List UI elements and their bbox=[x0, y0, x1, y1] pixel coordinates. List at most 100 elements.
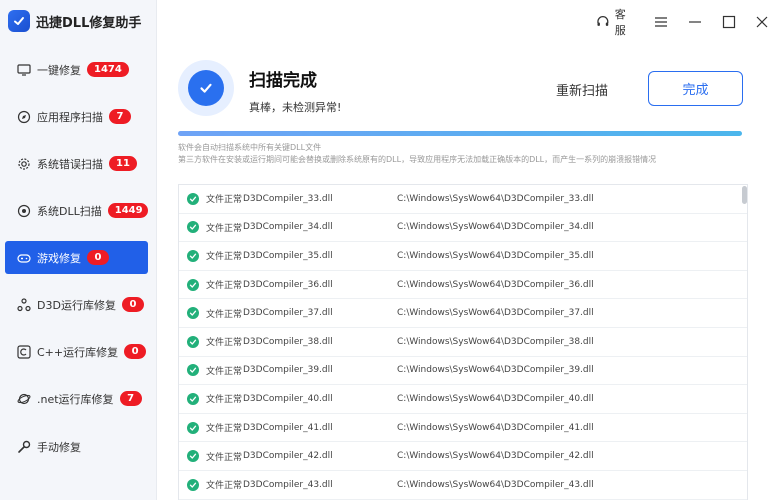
sidebar-item-one-click-repair[interactable]: 一键修复 1474 bbox=[5, 53, 148, 86]
row-status: 文件正常 bbox=[206, 452, 243, 463]
target-icon bbox=[17, 204, 31, 218]
sidebar-item-system-dll-scan[interactable]: 系统DLL扫描 1449 bbox=[5, 194, 148, 227]
page-subtitle: 真棒，未检测异常! bbox=[249, 101, 342, 114]
description-line-2: 第三方软件在安装或运行期间可能会替换或删除系统原有的DLL，导致应用程序无法加载… bbox=[178, 155, 657, 164]
row-file-name: D3DCompiler_41.dll bbox=[243, 422, 333, 433]
row-status: 文件正常 bbox=[206, 338, 243, 349]
result-row: 文件正常 D3DCompiler_38.dll C:\Windows\SysWow6… bbox=[179, 328, 747, 357]
result-row: 文件正常 D3DCompiler_34.dll C:\Windows\SysWow6… bbox=[179, 214, 747, 243]
result-row: 文件正常 D3DCompiler_37.dll C:\Windows\SysWow6… bbox=[179, 299, 747, 328]
result-row: 文件正常 D3DCompiler_35.dll C:\Windows\SysWow6… bbox=[179, 242, 747, 271]
result-row: 文件正常 D3DCompiler_39.dll C:\Windows\SysWow6… bbox=[179, 357, 747, 386]
sidebar-item-game-repair[interactable]: 游戏修复 0 bbox=[5, 241, 148, 274]
sidebar-item-label: D3D运行库修复 bbox=[37, 298, 116, 312]
check-icon bbox=[187, 392, 199, 405]
row-file-path: C:\Windows\SysWow64\D3DCompiler_35.dll bbox=[397, 250, 594, 261]
row-file-path: C:\Windows\SysWow64\D3DCompiler_42.dll bbox=[397, 451, 594, 462]
check-icon bbox=[187, 278, 199, 291]
scan-progress-fill bbox=[178, 131, 742, 136]
list-scrollbar[interactable] bbox=[742, 186, 747, 204]
sidebar-item-dotnet-repair[interactable]: .net运行库修复 7 bbox=[5, 382, 148, 415]
row-status: 文件正常 bbox=[206, 223, 243, 234]
row-file-name: D3DCompiler_33.dll bbox=[243, 193, 333, 204]
c-letter-icon bbox=[17, 344, 31, 359]
row-file-name: D3DCompiler_36.dll bbox=[243, 279, 333, 290]
sidebar-item-label: 手动修复 bbox=[37, 440, 81, 454]
count-badge: 1474 bbox=[87, 62, 129, 77]
row-file-path: C:\Windows\SysWow64\D3DCompiler_39.dll bbox=[397, 365, 594, 376]
app-title-text: 迅捷DLL修复助手 bbox=[36, 15, 142, 31]
minimize-button[interactable] bbox=[686, 13, 704, 31]
row-file-path: C:\Windows\SysWow64\D3DCompiler_34.dll bbox=[397, 222, 594, 233]
row-file-name: D3DCompiler_35.dll bbox=[243, 250, 333, 261]
count-badge: 0 bbox=[121, 297, 144, 312]
count-badge: 0 bbox=[124, 344, 147, 359]
check-icon bbox=[187, 450, 199, 463]
app-logo-icon bbox=[8, 10, 30, 32]
scan-complete-badge bbox=[178, 60, 234, 116]
sidebar-item-label: 应用程序扫描 bbox=[37, 110, 103, 124]
row-status: 文件正常 bbox=[206, 252, 243, 263]
check-icon bbox=[187, 478, 199, 491]
monitor-icon bbox=[17, 63, 31, 77]
count-badge: 0 bbox=[87, 250, 109, 265]
done-button[interactable]: 完成 bbox=[648, 71, 743, 106]
sidebar-item-cpp-repair[interactable]: C++运行库修复 0 bbox=[5, 335, 148, 368]
check-icon bbox=[187, 364, 199, 377]
page-title: 扫描完成 bbox=[249, 71, 317, 91]
row-status: 文件正常 bbox=[206, 195, 243, 206]
check-icon bbox=[187, 221, 199, 234]
row-file-name: D3DCompiler_37.dll bbox=[243, 308, 333, 319]
row-file-name: D3DCompiler_43.dll bbox=[243, 479, 333, 490]
sidebar-item-app-scan[interactable]: 应用程序扫描 7 bbox=[5, 100, 148, 133]
molecule-icon bbox=[17, 297, 31, 312]
count-badge: 7 bbox=[119, 391, 142, 406]
result-row: 文件正常 D3DCompiler_40.dll C:\Windows\SysWow6… bbox=[179, 385, 747, 414]
gear-icon bbox=[17, 157, 31, 171]
app-title: 迅捷DLL修复助手 bbox=[8, 8, 141, 34]
sidebar-item-label: 系统错误扫描 bbox=[37, 157, 103, 171]
description-line-1: 软件会自动扫描系统中所有关键DLL文件 bbox=[178, 143, 322, 152]
row-status: 文件正常 bbox=[206, 424, 243, 435]
sidebar-item-d3d-repair[interactable]: D3D运行库修复 0 bbox=[5, 288, 148, 321]
row-status: 文件正常 bbox=[206, 366, 243, 377]
result-row: 文件正常 D3DCompiler_41.dll C:\Windows\SysWow6… bbox=[179, 414, 747, 443]
row-file-path: C:\Windows\SysWow64\D3DCompiler_43.dll bbox=[397, 479, 594, 490]
row-status: 文件正常 bbox=[206, 395, 243, 406]
result-row: 文件正常 D3DCompiler_42.dll C:\Windows\SysWow6… bbox=[179, 442, 747, 471]
orbit-icon bbox=[17, 392, 31, 406]
close-icon bbox=[756, 16, 768, 28]
row-file-path: C:\Windows\SysWow64\D3DCompiler_33.dll bbox=[397, 193, 594, 204]
check-icon bbox=[187, 192, 199, 205]
sidebar-item-system-error-scan[interactable]: 系统错误扫描 11 bbox=[5, 147, 148, 180]
scan-progress-bar bbox=[178, 131, 742, 136]
scan-result-list[interactable]: 文件正常 D3DCompiler_33.dll C:\Windows\SysWow6… bbox=[178, 184, 748, 500]
row-file-path: C:\Windows\SysWow64\D3DCompiler_38.dll bbox=[397, 336, 594, 347]
row-file-path: C:\Windows\SysWow64\D3DCompiler_40.dll bbox=[397, 393, 594, 404]
customer-service-button[interactable]: 客服 bbox=[596, 6, 636, 38]
maximize-button[interactable] bbox=[720, 13, 738, 31]
row-file-path: C:\Windows\SysWow64\D3DCompiler_36.dll bbox=[397, 279, 594, 290]
check-circle-icon bbox=[188, 70, 224, 106]
minimize-icon bbox=[688, 21, 701, 23]
check-icon bbox=[187, 421, 199, 434]
row-file-path: C:\Windows\SysWow64\D3DCompiler_37.dll bbox=[397, 308, 594, 319]
check-icon bbox=[187, 307, 199, 320]
row-file-name: D3DCompiler_42.dll bbox=[243, 451, 333, 462]
sidebar-item-label: .net运行库修复 bbox=[37, 392, 114, 406]
row-file-name: D3DCompiler_40.dll bbox=[243, 393, 333, 404]
wrench-icon bbox=[17, 440, 31, 454]
result-row: 文件正常 D3DCompiler_33.dll C:\Windows\SysWow6… bbox=[179, 185, 747, 214]
sidebar-item-label: 系统DLL扫描 bbox=[37, 204, 102, 218]
check-icon bbox=[187, 249, 199, 262]
gamepad-icon bbox=[17, 251, 31, 265]
close-button[interactable] bbox=[753, 13, 771, 31]
rescan-button[interactable]: 重新扫描 bbox=[556, 80, 608, 99]
menu-button[interactable] bbox=[652, 13, 670, 31]
compass-icon bbox=[17, 110, 31, 124]
count-badge: 1449 bbox=[107, 203, 148, 218]
sidebar-item-manual-repair[interactable]: 手动修复 bbox=[5, 430, 148, 463]
sidebar-item-label: 游戏修复 bbox=[37, 251, 81, 265]
result-row: 文件正常 D3DCompiler_43.dll C:\Windows\SysWow6… bbox=[179, 471, 747, 500]
count-badge: 11 bbox=[109, 156, 137, 171]
